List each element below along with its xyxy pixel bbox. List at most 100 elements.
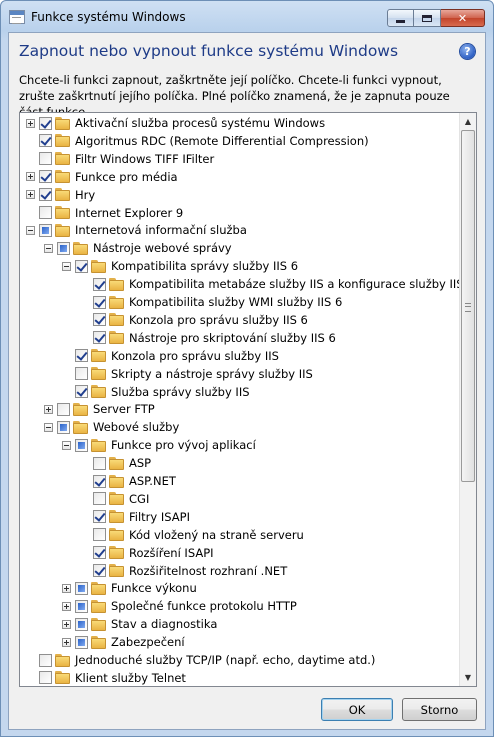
collapse-minus-icon[interactable] [44,422,53,432]
feature-checkbox[interactable] [93,313,106,327]
expand-plus-icon[interactable] [62,601,71,611]
feature-checkbox[interactable] [93,295,106,309]
features-tree[interactable]: Aktivační služba procesů systému Windows… [19,112,477,687]
expand-plus-icon[interactable] [26,172,35,182]
feature-checkbox[interactable] [75,259,88,273]
feature-checkbox[interactable] [39,653,52,667]
collapse-minus-icon[interactable] [62,261,71,271]
feature-item[interactable]: Filtr Windows TIFF IFilter [26,150,214,168]
feature-item[interactable]: CGI [80,490,149,508]
collapse-minus-icon[interactable] [26,225,35,235]
expand-plus-icon[interactable] [62,619,71,629]
feature-item[interactable]: Nástroje pro skriptování služby IIS 6 [80,329,336,347]
feature-checkbox[interactable] [39,170,52,184]
feature-checkbox[interactable] [93,492,106,506]
expand-plus-icon[interactable] [62,583,71,593]
feature-checkbox[interactable] [75,367,88,381]
feature-item[interactable]: Funkce pro vývoj aplikací [62,436,256,454]
feature-checkbox[interactable] [39,188,52,202]
feature-item[interactable]: Společné funkce protokolu HTTP [62,597,297,615]
expand-plus-icon[interactable] [26,118,35,128]
feature-checkbox[interactable] [93,546,106,560]
feature-item[interactable]: Filtry ISAPI [80,508,190,526]
feature-checkbox[interactable] [93,277,106,291]
feature-checkbox[interactable] [39,134,52,148]
feature-checkbox[interactable] [39,152,52,166]
feature-item[interactable]: ASP.NET [80,472,176,490]
feature-checkbox[interactable] [39,116,52,130]
feature-checkbox[interactable] [75,438,88,452]
feature-item[interactable]: Webové služby [44,418,179,436]
help-icon[interactable]: ? [460,44,475,59]
feature-item[interactable]: Klient služby Telnet [26,669,186,686]
expand-plus-icon[interactable] [62,637,71,647]
folder-icon [109,456,125,470]
feature-checkbox[interactable] [75,635,88,649]
feature-item[interactable]: Funkce pro média [26,168,178,186]
feature-checkbox[interactable] [75,349,88,363]
expand-plus-icon[interactable] [44,404,53,414]
feature-item[interactable]: Služba správy služby IIS [62,383,250,401]
feature-checkbox[interactable] [93,528,106,542]
feature-checkbox[interactable] [57,420,70,434]
feature-item[interactable]: Zabezpečení [62,633,185,651]
scroll-thumb[interactable] [461,130,475,482]
collapse-minus-icon[interactable] [44,243,53,253]
feature-item[interactable]: Skripty a nástroje správy služby IIS [62,365,313,383]
feature-checkbox[interactable] [75,617,88,631]
feature-item[interactable]: Internet Explorer 9 [26,204,183,222]
feature-checkbox[interactable] [93,456,106,470]
feature-checkbox[interactable] [57,241,70,255]
feature-label: Zabezpečení [111,635,185,650]
feature-item[interactable]: Rozšíření ISAPI [80,544,214,562]
feature-checkbox[interactable] [93,564,106,577]
collapse-minus-icon[interactable] [62,440,71,450]
ok-button[interactable]: OK [321,698,393,721]
feature-checkbox[interactable] [75,385,88,398]
expand-plus-icon[interactable] [26,190,35,200]
feature-item[interactable]: Funkce výkonu [62,579,197,597]
feature-item[interactable]: Kód vložený na straně serveru [80,526,304,544]
feature-item[interactable]: Aktivační služba procesů systému Windows [26,114,325,132]
maximize-button[interactable] [414,9,441,27]
feature-item[interactable]: Rozšiřitelnost rozhraní .NET [80,562,287,580]
feature-label: Rozšíření ISAPI [129,545,214,560]
feature-checkbox[interactable] [39,671,52,685]
feature-item[interactable]: Internetová informační služba [26,221,247,239]
folder-icon [55,206,71,219]
feature-checkbox[interactable] [75,581,88,595]
feature-item[interactable]: Nástroje webové správy [44,239,232,257]
close-button[interactable]: ✕ [441,9,485,27]
feature-checkbox[interactable] [93,510,106,524]
scroll-up-button[interactable]: ▲ [460,113,476,130]
feature-item[interactable]: Konzola pro správu služby IIS [62,347,279,365]
folder-icon [55,671,71,685]
feature-item[interactable]: ASP [80,454,151,472]
feature-checkbox[interactable] [93,474,106,488]
vertical-scrollbar[interactable]: ▲ ▼ [459,113,476,686]
feature-checkbox[interactable] [57,402,70,416]
window-app-icon[interactable] [9,10,25,24]
feature-item[interactable]: Kompatibilita správy služby IIS 6 [62,257,298,275]
minimize-button[interactable] [387,9,414,27]
feature-item[interactable]: Algoritmus RDC (Remote Differential Comp… [26,132,369,150]
feature-item[interactable]: Kompatibilita metabáze služby IIS a konf… [80,275,475,293]
feature-label: Skripty a nástroje správy služby IIS [111,366,313,381]
feature-item[interactable]: Hry [26,186,95,204]
feature-checkbox[interactable] [75,599,88,613]
feature-checkbox[interactable] [39,206,52,219]
feature-item[interactable]: Stav a diagnostika [62,615,217,633]
feature-item[interactable]: Jednoduché služby TCP/IP (např. echo, da… [26,651,375,669]
scroll-down-button[interactable]: ▼ [460,669,476,686]
feature-checkbox[interactable] [93,331,106,345]
title-bar[interactable]: Funkce systému Windows ✕ [1,1,493,33]
feature-item[interactable]: Kompatibilita služby WMI služby IIS 6 [80,293,342,311]
feature-checkbox[interactable] [39,223,52,237]
feature-item[interactable]: Server FTP [44,400,155,418]
dialog-window: Funkce systému Windows ✕ Zapnout nebo vy… [0,0,494,737]
folder-icon [55,170,71,184]
folder-icon [109,277,125,291]
cancel-button[interactable]: Storno [402,698,477,721]
feature-item[interactable]: Konzola pro správu služby IIS 6 [80,311,308,329]
